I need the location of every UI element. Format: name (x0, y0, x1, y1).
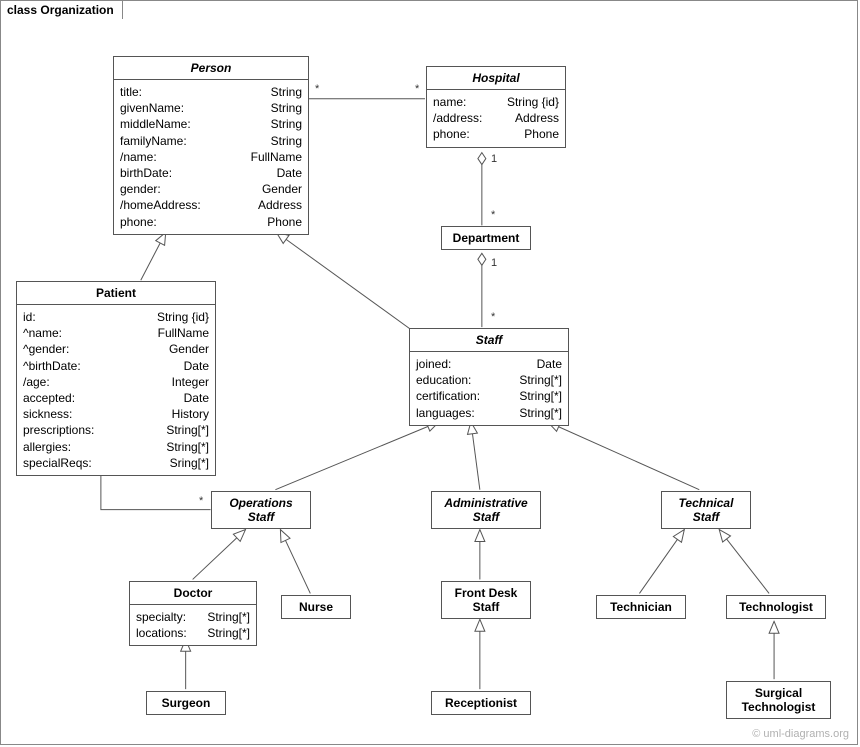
class-attrs: joined:Dateeducation:String[*]certificat… (410, 352, 568, 425)
class-title: Front Desk Staff (442, 582, 530, 618)
class-person: Person title:StringgivenName:Stringmiddl… (113, 56, 309, 235)
class-operations-staff: Operations Staff (211, 491, 311, 529)
attr-row: givenName:String (120, 100, 302, 116)
class-title: Surgeon (147, 692, 225, 714)
class-title: Operations Staff (212, 492, 310, 528)
mult-hospital-dept-bottom: * (491, 209, 495, 221)
frame-label: class Organization (0, 0, 123, 19)
attr-row: ^name:FullName (23, 325, 209, 341)
mult-dept-staff-bottom: * (491, 311, 495, 323)
class-surgeon: Surgeon (146, 691, 226, 715)
class-staff: Staff joined:Dateeducation:String[*]cert… (409, 328, 569, 426)
attr-row: gender:Gender (120, 181, 302, 197)
class-title: Department (442, 227, 530, 249)
class-title: Administrative Staff (432, 492, 540, 528)
class-attrs: title:StringgivenName:StringmiddleName:S… (114, 80, 308, 234)
class-surgical-technologist: Surgical Technologist (726, 681, 831, 719)
attr-row: specialReqs:Sring[*] (23, 455, 209, 471)
attr-row: id:String {id} (23, 309, 209, 325)
credit-text: © uml-diagrams.org (752, 728, 849, 740)
class-technician: Technician (596, 595, 686, 619)
mult-patient-ops-right: * (199, 495, 203, 507)
class-patient: Patient id:String {id}^name:FullName^gen… (16, 281, 216, 476)
attr-row: allergies:String[*] (23, 439, 209, 455)
class-attrs: name:String {id}/address:Addressphone:Ph… (427, 90, 565, 147)
attr-row: specialty:String[*] (136, 609, 250, 625)
attr-row: phone:Phone (433, 126, 559, 142)
attr-row: accepted:Date (23, 390, 209, 406)
attr-row: /age:Integer (23, 374, 209, 390)
class-attrs: id:String {id}^name:FullName^gender:Gend… (17, 305, 215, 475)
class-front-desk-staff: Front Desk Staff (441, 581, 531, 619)
class-department: Department (441, 226, 531, 250)
attr-row: middleName:String (120, 116, 302, 132)
diagram-frame: class Organization (0, 0, 858, 745)
class-nurse: Nurse (281, 595, 351, 619)
class-title: Person (114, 57, 308, 79)
class-title: Staff (410, 329, 568, 351)
class-title: Nurse (282, 596, 350, 618)
class-hospital: Hospital name:String {id}/address:Addres… (426, 66, 566, 148)
attr-row: joined:Date (416, 356, 562, 372)
class-title: Patient (17, 282, 215, 304)
mult-person-hospital-left: * (315, 83, 319, 95)
class-technologist: Technologist (726, 595, 826, 619)
class-receptionist: Receptionist (431, 691, 531, 715)
attr-row: education:String[*] (416, 372, 562, 388)
attr-row: familyName:String (120, 133, 302, 149)
attr-row: /address:Address (433, 110, 559, 126)
attr-row: locations:String[*] (136, 625, 250, 641)
class-title: Technologist (727, 596, 825, 618)
class-attrs: specialty:String[*]locations:String[*] (130, 605, 256, 645)
attr-row: title:String (120, 84, 302, 100)
attr-row: languages:String[*] (416, 405, 562, 421)
attr-row: ^gender:Gender (23, 341, 209, 357)
mult-person-hospital-right: * (415, 83, 419, 95)
attr-row: /name:FullName (120, 149, 302, 165)
class-title: Receptionist (432, 692, 530, 714)
attr-row: ^birthDate:Date (23, 358, 209, 374)
class-doctor: Doctor specialty:String[*]locations:Stri… (129, 581, 257, 646)
class-title: Technician (597, 596, 685, 618)
attr-row: phone:Phone (120, 214, 302, 230)
class-title: Technical Staff (662, 492, 750, 528)
attr-row: birthDate:Date (120, 165, 302, 181)
attr-row: certification:String[*] (416, 388, 562, 404)
mult-hospital-dept-top: 1 (491, 153, 497, 165)
class-title: Doctor (130, 582, 256, 604)
attr-row: sickness:History (23, 406, 209, 422)
mult-dept-staff-top: 1 (491, 257, 497, 269)
class-title: Hospital (427, 67, 565, 89)
attr-row: /homeAddress:Address (120, 197, 302, 213)
class-technical-staff: Technical Staff (661, 491, 751, 529)
class-administrative-staff: Administrative Staff (431, 491, 541, 529)
class-title: Surgical Technologist (727, 682, 830, 718)
attr-row: prescriptions:String[*] (23, 422, 209, 438)
attr-row: name:String {id} (433, 94, 559, 110)
